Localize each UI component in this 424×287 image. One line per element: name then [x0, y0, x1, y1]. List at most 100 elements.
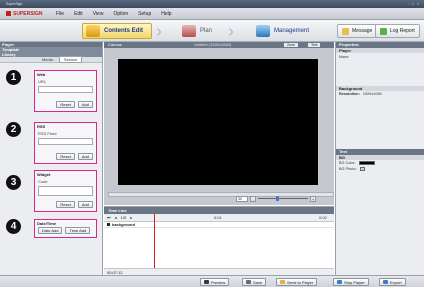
step-plan[interactable]: Plan — [182, 23, 212, 39]
stop-icon — [337, 280, 342, 284]
canvas-resolution-title: Untitled (1920x1080) — [194, 42, 232, 47]
canvas-title: Canvas — [108, 42, 122, 47]
canvas-stage[interactable] — [118, 59, 318, 185]
widget-group: Widget Code Reset Add — [34, 170, 97, 212]
stop-player-label: Stop Player — [344, 279, 365, 285]
tab-media[interactable]: Media — [38, 57, 57, 62]
zoom-in-button[interactable]: + — [310, 195, 316, 202]
code-input[interactable] — [38, 186, 93, 196]
zone-button[interactable]: Zone — [284, 43, 298, 47]
web-add-button[interactable]: Add — [77, 101, 93, 108]
bg-photo-button[interactable] — [359, 167, 365, 171]
window-titlebar: SuperSign - □ × — [0, 0, 424, 8]
contents-edit-icon — [86, 25, 100, 37]
menu-bar: SUPERSIGN File Edit View Option Setup He… — [0, 8, 424, 20]
chevron-right-icon: › — [228, 21, 234, 41]
menu-help[interactable]: Help — [161, 11, 171, 17]
widget-add-button[interactable]: Add — [77, 201, 93, 208]
save-label: Save — [253, 279, 263, 285]
resolution-value: 1920x1080 — [362, 92, 382, 96]
bg-color-swatch[interactable] — [358, 161, 375, 165]
web-group: Web URL Reset Add — [34, 70, 97, 112]
time-add-button[interactable]: Time Add — [65, 227, 91, 234]
send-to-player-label: Send to Player — [287, 279, 314, 285]
tab-service[interactable]: Service — [58, 56, 83, 63]
canvas-header: Canvas Untitled (1920x1080) Zone Text — [104, 42, 334, 48]
app-logo: SUPERSIGN — [6, 11, 56, 17]
widget-title: Widget — [37, 172, 51, 177]
chevron-right-icon: › — [156, 21, 162, 41]
player-value: None — [339, 54, 349, 59]
bottom-action-bar: Preview Save Send to Player Stop Player … — [0, 275, 424, 287]
window-controls[interactable]: - □ × — [408, 0, 420, 8]
track-name: background — [112, 222, 135, 227]
send-to-player-button[interactable]: Send to Player — [276, 278, 318, 286]
step-contents-edit[interactable]: Contents Edit — [82, 23, 152, 39]
preview-label: Preview — [211, 279, 226, 285]
url-input[interactable] — [38, 86, 93, 93]
playhead[interactable] — [154, 214, 155, 268]
save-button[interactable]: Save — [242, 278, 267, 286]
rss-title: RSS — [37, 124, 46, 129]
brand-name: SUPERSIGN — [13, 10, 43, 17]
callout-badge-3: 3 — [6, 175, 21, 190]
rss-reset-button[interactable]: Reset — [56, 153, 75, 160]
stop-player-button[interactable]: Stop Player — [333, 278, 369, 286]
callout-badge-1: 1 — [6, 70, 21, 85]
next-frame-icon[interactable]: ▸ — [130, 215, 132, 220]
rss-feed-input[interactable] — [38, 138, 93, 145]
management-icon — [256, 25, 270, 37]
step-contents-edit-label: Contents Edit — [104, 28, 143, 34]
export-button[interactable]: Export — [379, 278, 406, 286]
timeline-page: 1/0 — [120, 215, 127, 220]
export-label: Export — [390, 279, 402, 285]
menu-view[interactable]: View — [93, 11, 104, 17]
log-icon — [380, 27, 387, 35]
library-subtabs: Media Service — [0, 56, 102, 63]
log-report-button[interactable]: Log Report — [375, 24, 420, 38]
callout-badge-2: 2 — [6, 122, 21, 137]
web-title: Web — [37, 72, 46, 77]
message-button[interactable]: Message — [337, 24, 378, 38]
callout-badge-4: 4 — [6, 219, 21, 234]
window-title: SuperSign — [6, 2, 23, 6]
menu-file[interactable]: File — [56, 11, 64, 17]
timeline-time-mid: 0:01 — [214, 215, 222, 220]
timeline-time-end: 0:02 — [319, 215, 327, 220]
menu-edit[interactable]: Edit — [74, 11, 83, 17]
step-management-label: Management — [274, 28, 310, 34]
menu-setup[interactable]: Setup — [138, 11, 151, 17]
widget-reset-button[interactable]: Reset — [56, 201, 75, 208]
timeline-track-row[interactable]: background — [104, 222, 334, 228]
zoom-out-button[interactable]: - — [250, 195, 256, 202]
text-button[interactable]: Text — [308, 43, 321, 47]
zoom-control: 30 - + — [236, 195, 332, 202]
first-frame-icon[interactable]: ⏮ — [107, 215, 111, 220]
track-checkbox[interactable] — [107, 223, 110, 226]
datetime-group: Date/Time Date Add Time Add — [34, 219, 97, 238]
log-report-label: Log Report — [390, 28, 415, 34]
step-management[interactable]: Management — [256, 23, 309, 39]
zoom-slider[interactable] — [258, 196, 308, 201]
datetime-title: Date/Time — [37, 221, 57, 226]
zoom-value[interactable]: 30 — [236, 195, 248, 202]
prev-frame-icon[interactable]: ◂ — [115, 215, 117, 220]
date-add-button[interactable]: Date Add — [38, 227, 63, 234]
web-reset-button[interactable]: Reset — [56, 101, 75, 108]
zoom-slider-handle[interactable] — [276, 196, 279, 201]
main-toolbar: Contents Edit › Plan › Management Messag… — [0, 20, 424, 42]
properties-panel: Properties Player None Background Resolu… — [335, 42, 424, 275]
send-icon — [280, 280, 285, 284]
timeline-header: Time Line — [104, 207, 334, 214]
save-icon — [246, 280, 251, 284]
preview-button[interactable]: Preview — [200, 278, 230, 286]
timeline-controls: ⏮ ◂ 1/0 ▸ 0:01 0:02 — [104, 214, 334, 222]
rss-add-button[interactable]: Add — [77, 153, 93, 160]
menu-option[interactable]: Option — [113, 11, 128, 17]
canvas-panel: Canvas Untitled (1920x1080) Zone Text 30… — [104, 42, 334, 205]
bg-color-label: BG Color: — [339, 161, 356, 165]
message-label: Message — [352, 28, 373, 34]
logo-icon — [6, 11, 11, 16]
rss-feed-label: RSS Feed — [38, 131, 57, 136]
envelope-icon — [342, 27, 349, 35]
